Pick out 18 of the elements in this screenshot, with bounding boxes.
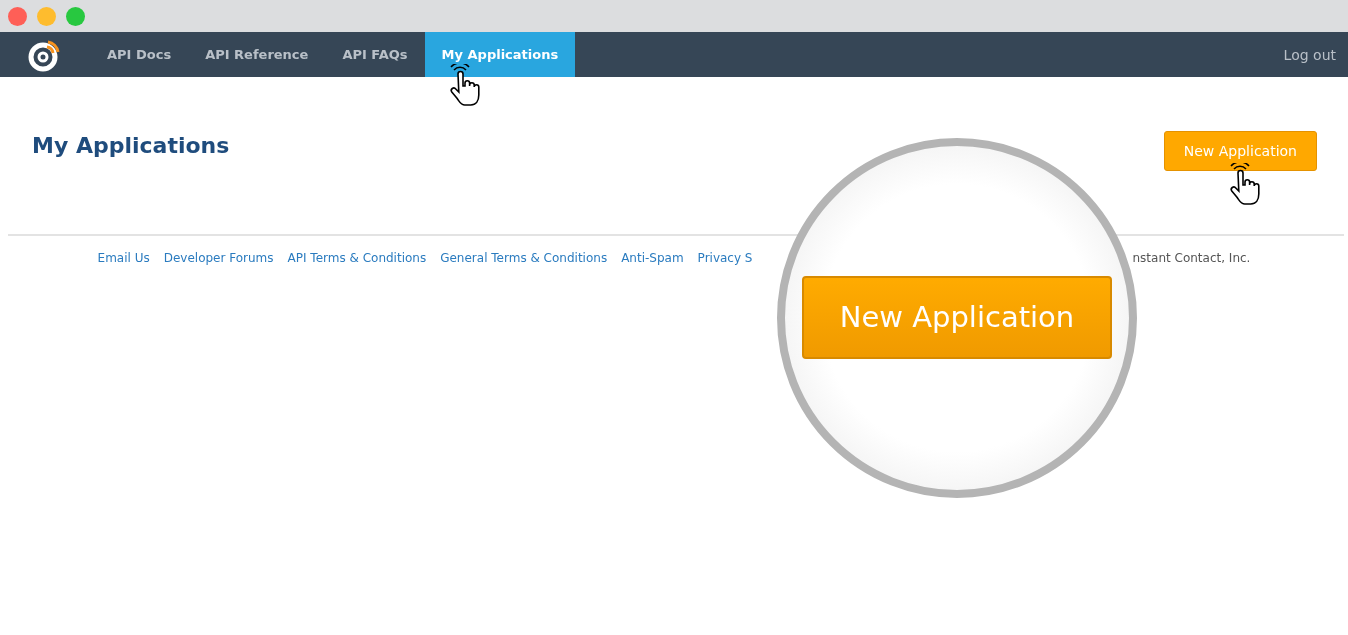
hand-cursor-icon [448, 64, 482, 108]
logout-link[interactable]: Log out [1283, 32, 1348, 77]
hand-cursor-icon [1228, 163, 1262, 207]
copyright-text: nstant Contact, Inc. [1132, 251, 1251, 265]
maximize-window-icon[interactable] [66, 6, 85, 26]
page-title: My Applications [32, 133, 230, 158]
footer-link[interactable]: Privacy S [697, 251, 753, 265]
footer-link[interactable]: Developer Forums [163, 251, 274, 265]
footer-link[interactable]: Email Us [97, 251, 150, 265]
nav-tab[interactable]: API Docs [90, 32, 189, 77]
footer-link[interactable]: API Terms & Conditions [287, 251, 427, 265]
footer-link[interactable]: General Terms & Conditions [440, 251, 608, 265]
minimize-window-icon[interactable] [37, 6, 56, 26]
close-window-icon[interactable] [8, 6, 27, 26]
nav-tab[interactable]: My Applications [424, 32, 576, 77]
footer-link[interactable]: Anti-Spam [621, 251, 684, 265]
nav-tab[interactable]: API Reference [188, 32, 326, 77]
nav-tab[interactable]: API FAQs [325, 32, 425, 77]
